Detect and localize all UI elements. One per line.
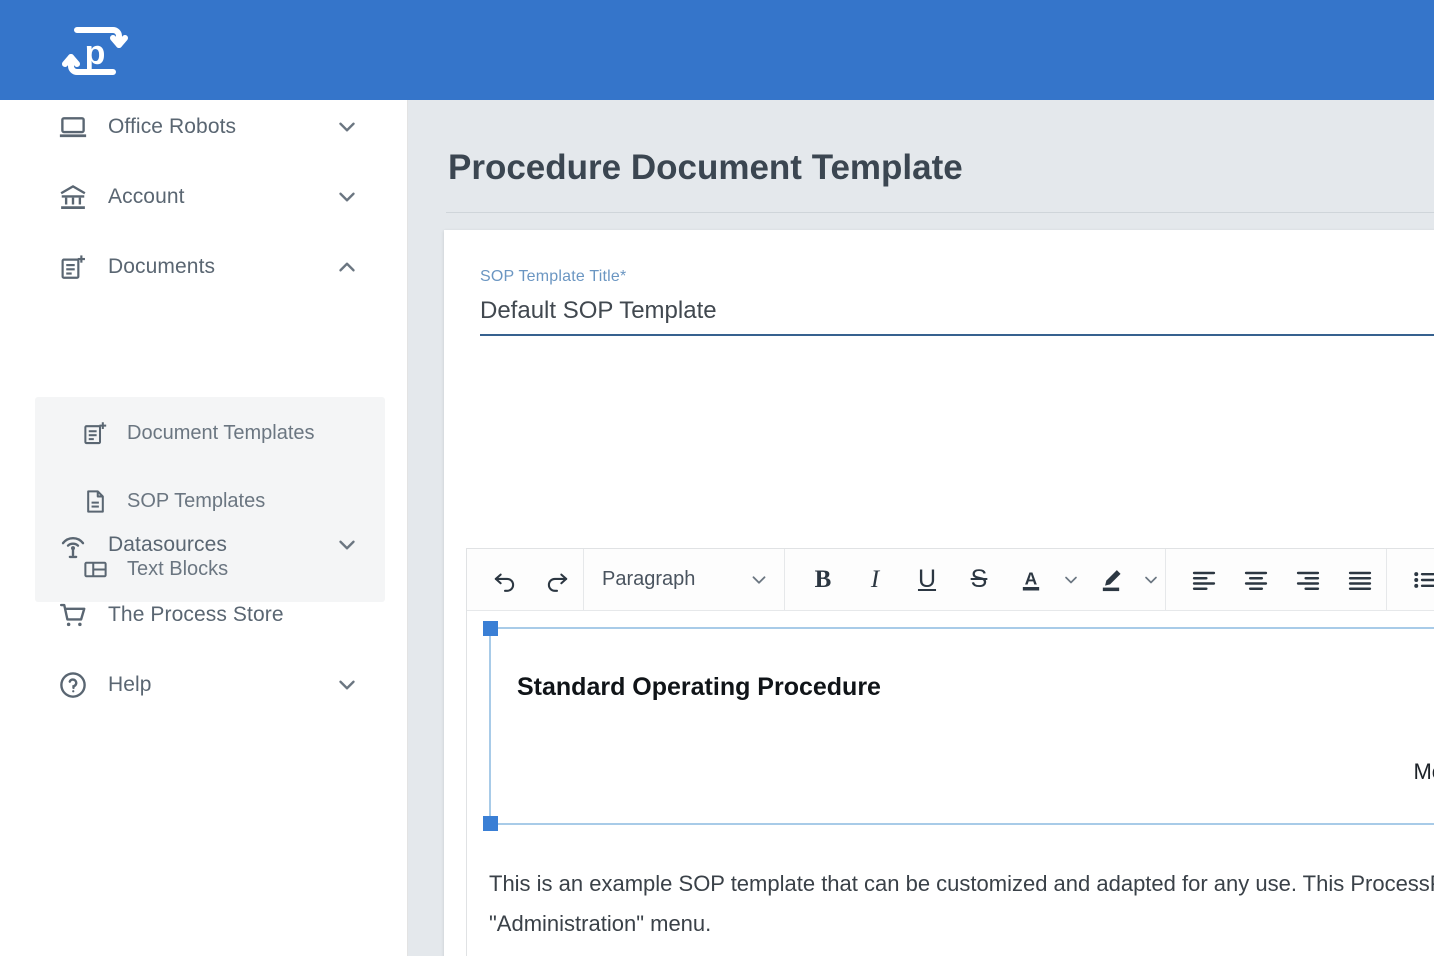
rich-text-editor: Paragraph B I U S A Standard Operating P…: [466, 548, 1434, 956]
highlight-caret-icon[interactable]: [1137, 556, 1165, 604]
bank-icon: [56, 180, 90, 214]
editor-toolbar: Paragraph B I U S A: [467, 548, 1434, 611]
sidebar-item-document-templates[interactable]: Document Templates: [35, 399, 385, 467]
undo-icon[interactable]: [481, 556, 529, 604]
sidebar-item-label: Help: [108, 673, 152, 696]
sidebar-item-label: Office Robots: [108, 115, 237, 138]
align-justify-icon[interactable]: [1336, 556, 1384, 604]
sidebar-item-account[interactable]: Account: [0, 162, 408, 232]
redo-icon[interactable]: [533, 556, 581, 604]
block-format-value: Paragraph: [602, 568, 696, 590]
document-add-icon: [56, 250, 90, 284]
toolbar-group-block-format: Paragraph: [584, 548, 785, 611]
highlight-pen-icon[interactable]: [1087, 556, 1135, 604]
strikethrough-label: S: [970, 565, 988, 593]
content-card: SOP Template Title* Default SOP Template: [444, 230, 1434, 956]
sidebar: Office Robots Account Documents Document…: [0, 100, 408, 956]
selected-table-cell[interactable]: [483, 621, 1434, 831]
text-color-button[interactable]: A: [1007, 556, 1055, 604]
editor-content-area[interactable]: Standard Operating Procedure Moc This is…: [467, 611, 1434, 941]
cell-right-text: Moc: [1413, 759, 1434, 784]
chevron-down-icon[interactable]: [334, 114, 360, 140]
sidebar-item-label: Documents: [108, 255, 216, 278]
document-heading: Standard Operating Procedure: [517, 673, 881, 701]
svg-text:p: p: [85, 34, 106, 72]
main-content: Procedure Document Template SOP Template…: [408, 100, 1434, 956]
processplan-p-logo-icon[interactable]: p: [61, 20, 129, 82]
sidebar-item-label: Datasources: [108, 533, 227, 556]
sop-template-title-label: SOP Template Title*: [480, 268, 1434, 286]
sidebar-item-office-robots[interactable]: Office Robots: [0, 92, 408, 162]
top-header-bar: p: [0, 0, 1434, 100]
title-divider: [446, 212, 1434, 213]
bold-button[interactable]: B: [799, 556, 847, 604]
svg-text:A: A: [1025, 568, 1038, 588]
resize-handle-top-left[interactable]: [483, 621, 498, 636]
page-title: Procedure Document Template: [448, 148, 963, 187]
required-marker: *: [619, 268, 627, 285]
antenna-icon: [56, 528, 90, 562]
chevron-down-icon[interactable]: [334, 532, 360, 558]
sidebar-item-help[interactable]: Help: [0, 650, 408, 720]
align-center-icon[interactable]: [1232, 556, 1280, 604]
chevron-up-icon[interactable]: [334, 254, 360, 280]
block-format-select[interactable]: Paragraph: [584, 549, 784, 611]
shopping-cart-icon: [56, 598, 90, 632]
bold-label: B: [814, 565, 832, 593]
align-left-icon[interactable]: [1180, 556, 1228, 604]
sidebar-item-label: The Process Store: [108, 603, 284, 626]
laptop-icon: [56, 110, 90, 144]
question-circle-icon: [56, 668, 90, 702]
chevron-down-icon[interactable]: [748, 569, 770, 591]
resize-handle-bottom-left[interactable]: [483, 816, 498, 831]
align-right-icon[interactable]: [1284, 556, 1332, 604]
toolbar-group-history: [467, 548, 584, 611]
chevron-down-icon[interactable]: [334, 184, 360, 210]
chevron-down-icon[interactable]: [334, 672, 360, 698]
field-label-text: SOP Template Title: [480, 268, 620, 285]
italic-label: I: [870, 565, 880, 593]
sidebar-item-documents[interactable]: Documents: [0, 232, 408, 302]
toolbar-group-lists: [1387, 549, 1434, 611]
sidebar-item-datasources[interactable]: Datasources: [0, 510, 408, 580]
toolbar-group-alignment: [1166, 548, 1387, 611]
underline-button[interactable]: U: [903, 556, 951, 604]
sop-template-title-field[interactable]: SOP Template Title* Default SOP Template: [480, 268, 1434, 336]
sop-template-title-input[interactable]: Default SOP Template: [480, 297, 1434, 325]
app-root: p Office Robots Account Documents Docume…: [0, 0, 1434, 956]
strikethrough-button[interactable]: S: [955, 556, 1003, 604]
underline-label: U: [917, 565, 937, 593]
text-color-caret-icon[interactable]: [1057, 556, 1085, 604]
italic-button[interactable]: I: [851, 556, 899, 604]
field-focus-underline: [480, 334, 1434, 336]
document-add-icon: [80, 418, 110, 448]
sidebar-item-the-process-store[interactable]: The Process Store: [0, 580, 408, 650]
sidebar-subitem-label: Document Templates: [127, 421, 315, 444]
toolbar-group-inline-style: B I U S A: [785, 548, 1166, 611]
document-paragraph: This is an example SOP template that can…: [489, 871, 1434, 936]
bullet-list-icon[interactable]: [1401, 556, 1434, 604]
sidebar-item-label: Account: [108, 185, 185, 208]
